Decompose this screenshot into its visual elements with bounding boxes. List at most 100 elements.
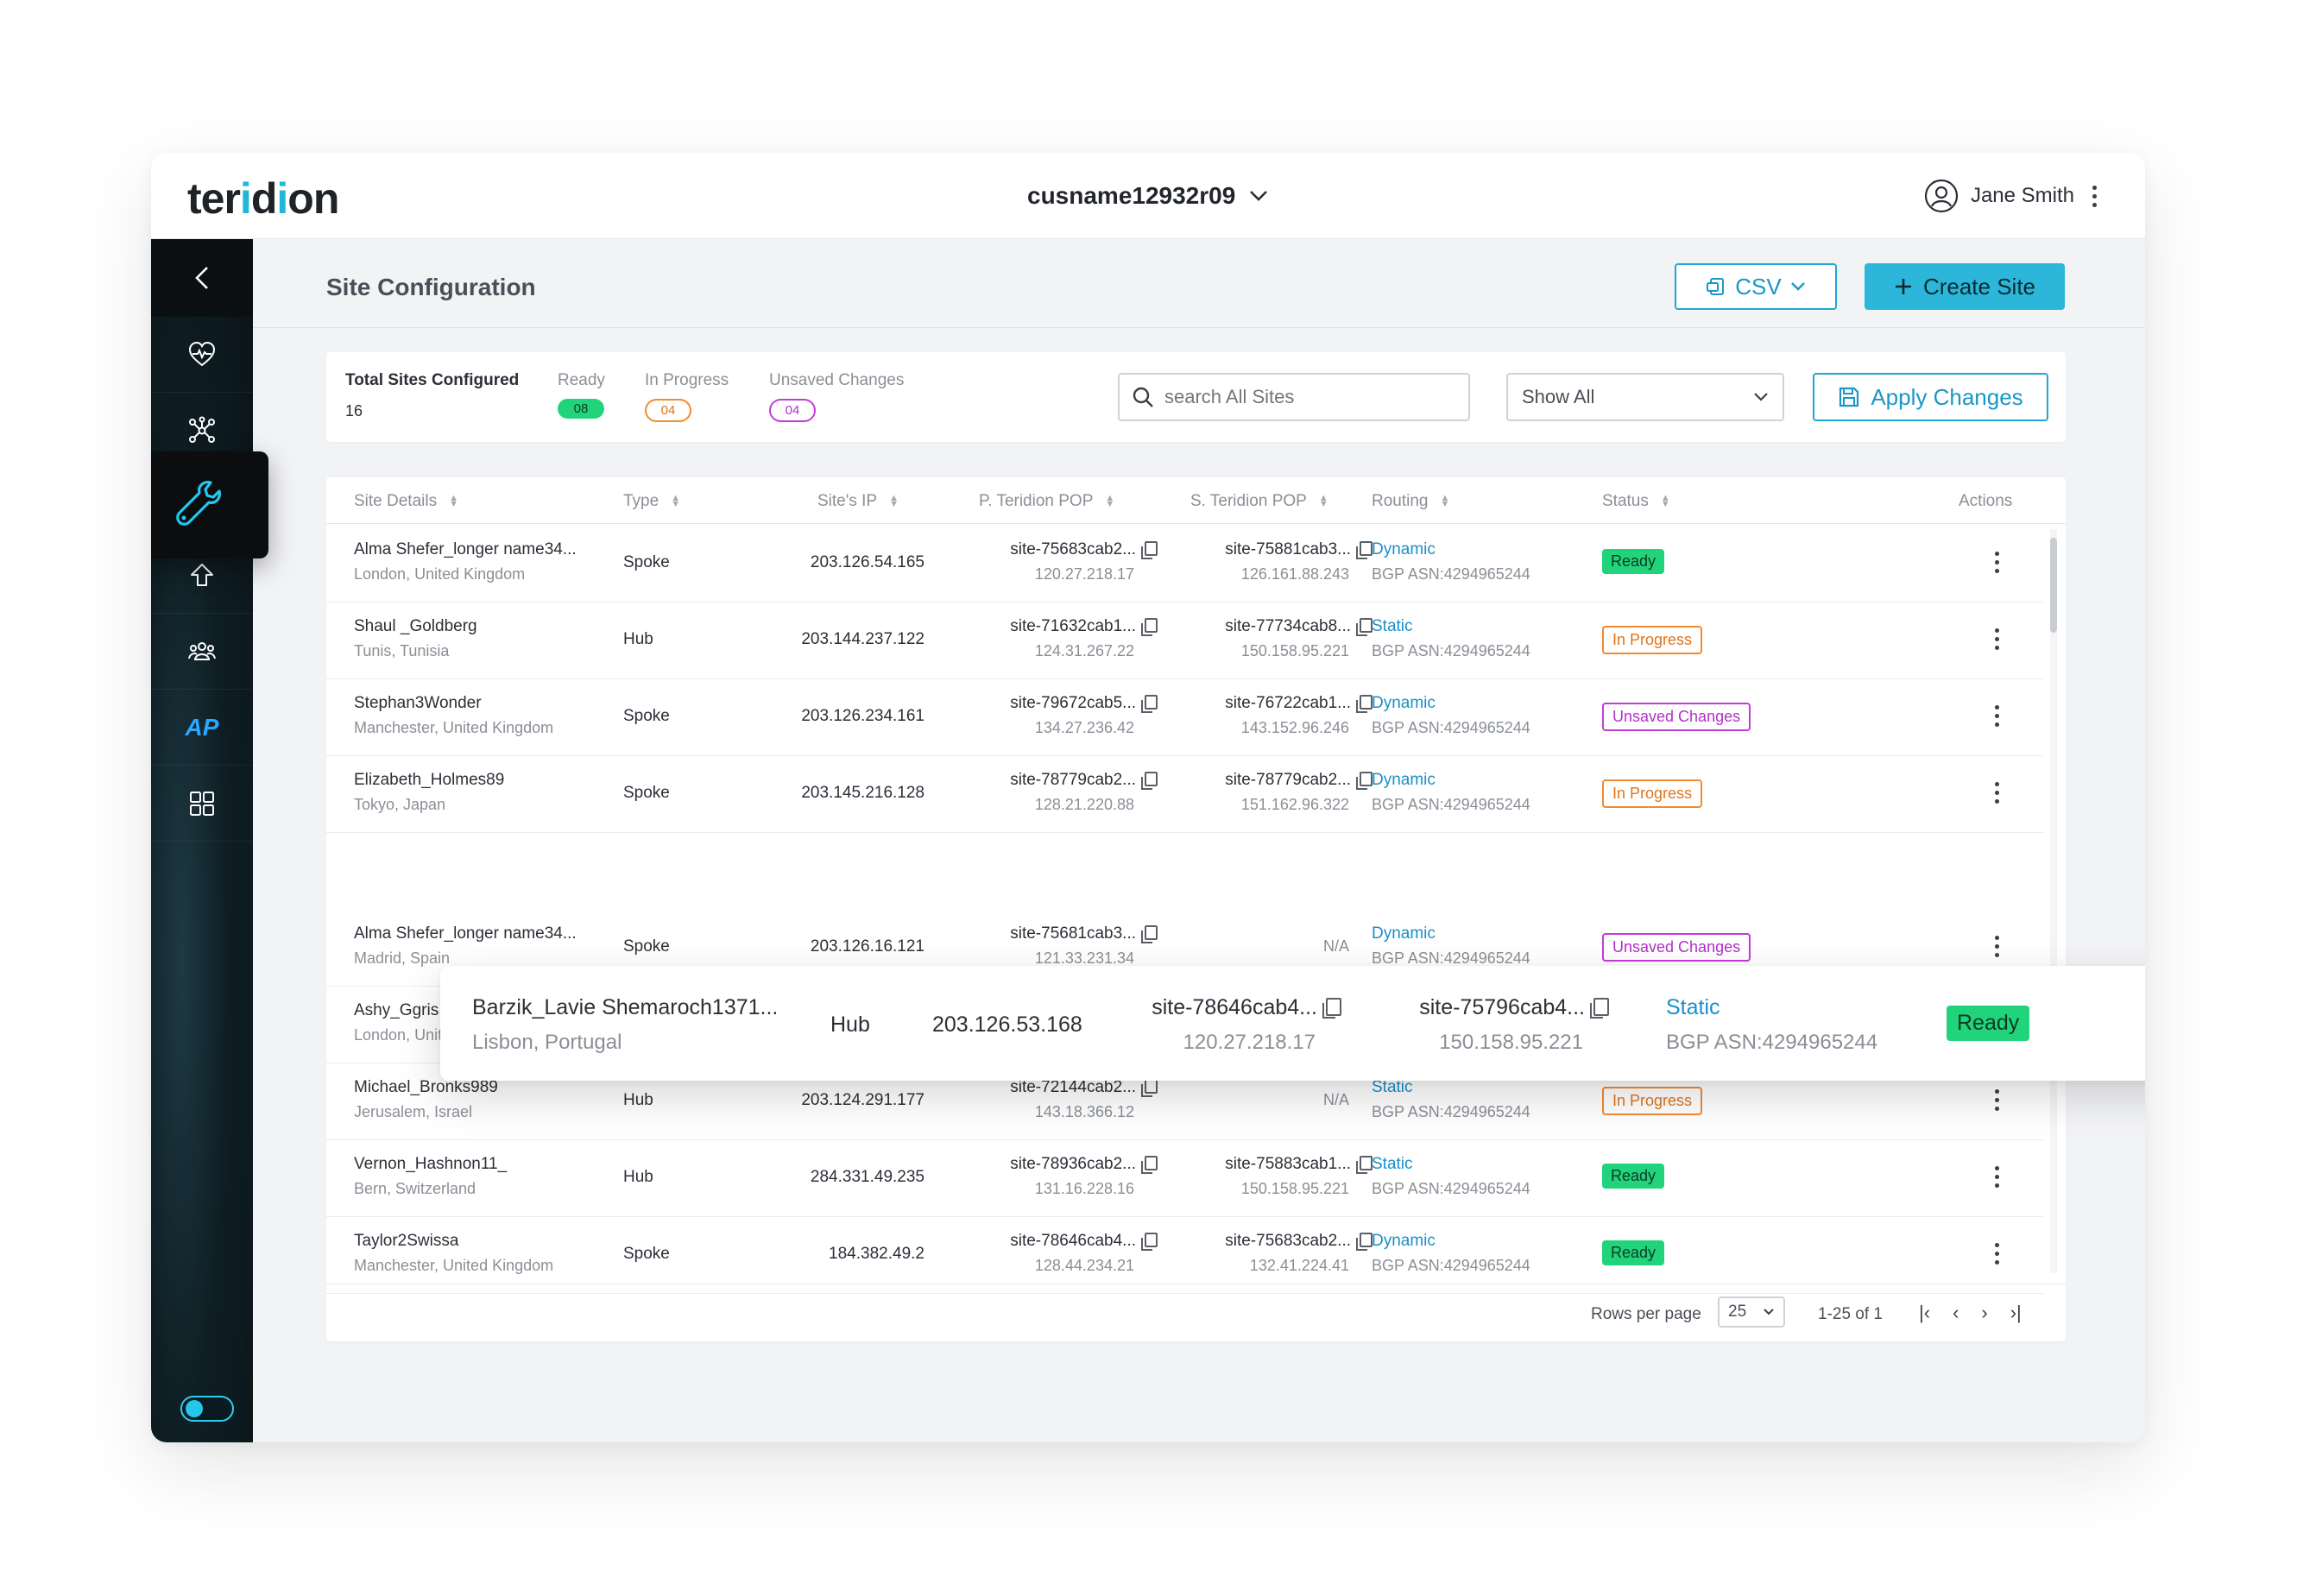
- search-input[interactable]: [1164, 386, 1441, 408]
- s-pop: site-75883cab1... 150.158.95.221: [1176, 1155, 1373, 1198]
- copy-icon[interactable]: [1141, 541, 1158, 559]
- highlighted-row[interactable]: Barzik_Lavie Shemaroch1371... Lisbon, Po…: [440, 966, 2145, 1081]
- row-actions-icon[interactable]: [1989, 552, 2004, 573]
- row-actions-icon[interactable]: [1989, 782, 2004, 804]
- sidebar-item-users[interactable]: [151, 614, 253, 690]
- row-actions-icon[interactable]: [1989, 1243, 2004, 1265]
- bgp-asn: BGP ASN:4294965244: [1372, 1180, 1530, 1197]
- user-menu[interactable]: Jane Smith: [1924, 179, 2102, 213]
- next-page-icon[interactable]: ›: [1981, 1302, 1987, 1324]
- row-actions-icon[interactable]: [1989, 705, 2004, 727]
- col-site-details[interactable]: Site Details ▲ ▼: [354, 492, 458, 511]
- copy-icon[interactable]: [1590, 998, 1609, 1019]
- p-pop: site-78936cab2... 131.16.228.16: [965, 1155, 1158, 1198]
- copy-icon[interactable]: [1141, 925, 1158, 943]
- sort-icon: ▲ ▼: [889, 493, 899, 509]
- teridion-logo[interactable]: teridion: [187, 173, 339, 224]
- stat-total-label: Total Sites Configured: [345, 371, 520, 389]
- routing: Dynamic BGP ASN:4294965244: [1372, 771, 1530, 814]
- copy-icon[interactable]: [1356, 1233, 1373, 1251]
- status: In Progress: [1602, 626, 1703, 654]
- row-actions-icon[interactable]: [1989, 936, 2004, 957]
- copy-icon[interactable]: [1141, 1233, 1158, 1251]
- table-row[interactable]: Elizabeth_Holmes89 Tokyo, Japan Spoke 203.1…: [326, 756, 2043, 833]
- table-row[interactable]: Taylor2Swissa Manchester, United Kingdom S…: [326, 1217, 2043, 1294]
- site-details: Alma Shefer_longer name34... London, Unit…: [354, 540, 577, 584]
- table-scrollbar[interactable]: [2050, 529, 2057, 1273]
- copy-icon[interactable]: [1141, 695, 1158, 713]
- last-page-icon[interactable]: ›|: [2010, 1302, 2022, 1324]
- routing-type[interactable]: Dynamic: [1372, 771, 1530, 790]
- stat-in-progress[interactable]: In Progress 04: [645, 371, 729, 422]
- copy-icon[interactable]: [1356, 772, 1373, 790]
- bgp-asn: BGP ASN:4294965244: [1372, 796, 1530, 813]
- theme-toggle[interactable]: [180, 1396, 234, 1422]
- filter-select[interactable]: Show All: [1506, 373, 1784, 421]
- copy-icon[interactable]: [1322, 998, 1341, 1019]
- site-ip: 203.145.216.128: [801, 784, 924, 802]
- collapse-sidebar-button[interactable]: [151, 239, 253, 317]
- divider: [253, 327, 2145, 328]
- page-title: Site Configuration: [326, 274, 536, 300]
- routing: Static BGP ASN:4294965244: [1666, 995, 1877, 1055]
- apply-changes-button[interactable]: Apply Changes: [1813, 373, 2048, 421]
- routing-type[interactable]: Static: [1666, 995, 1877, 1020]
- col-status[interactable]: Status ▲ ▼: [1602, 492, 1670, 511]
- sidebar-item-ap[interactable]: AP: [151, 690, 253, 766]
- stat-unsaved[interactable]: Unsaved Changes 04: [769, 371, 904, 422]
- csv-button[interactable]: CSV: [1675, 263, 1837, 310]
- status: Ready: [1947, 1006, 2030, 1041]
- row-actions-icon[interactable]: [1989, 1166, 2004, 1188]
- row-actions-icon[interactable]: [1989, 628, 2004, 650]
- scrollbar-thumb[interactable]: [2050, 538, 2057, 633]
- site-location: Lisbon, Portugal: [472, 1031, 622, 1054]
- site-type: Hub: [623, 630, 653, 648]
- first-page-icon[interactable]: |‹: [1919, 1302, 1930, 1324]
- col-p-pop[interactable]: P. Teridion POP ▲ ▼: [979, 492, 1114, 511]
- routing-type[interactable]: Static: [1372, 1078, 1530, 1097]
- rows-per-page-label: Rows per page: [1591, 1305, 1701, 1323]
- copy-icon[interactable]: [1141, 1079, 1158, 1097]
- copy-icon[interactable]: [1356, 618, 1373, 636]
- table-row[interactable]: Vernon_Hashnon11_ Bern, Switzerland Hub 284…: [326, 1140, 2043, 1217]
- stat-total-value: 16: [345, 402, 363, 420]
- sidebar-item-health[interactable]: [151, 317, 253, 393]
- rows-per-page-select[interactable]: 25: [1718, 1296, 1785, 1328]
- s-pop: site-76722cab1... 143.152.96.246: [1176, 694, 1373, 737]
- create-site-button[interactable]: Create Site: [1865, 263, 2065, 310]
- routing-type[interactable]: Dynamic: [1372, 694, 1530, 713]
- routing-type[interactable]: Dynamic: [1372, 1232, 1530, 1251]
- status-badge: Ready: [1602, 1164, 1665, 1189]
- stat-ready[interactable]: Ready 08: [558, 371, 605, 419]
- col-s-pop[interactable]: S. Teridion POP ▲ ▼: [1190, 492, 1328, 511]
- routing-type[interactable]: Dynamic: [1372, 540, 1530, 559]
- user-more-icon[interactable]: [2086, 185, 2102, 207]
- copy-icon[interactable]: [1356, 1156, 1373, 1174]
- routing-type[interactable]: Static: [1372, 617, 1530, 636]
- wrench-icon: [175, 481, 221, 526]
- row-actions-icon[interactable]: [1989, 1089, 2004, 1111]
- copy-icon[interactable]: [1141, 618, 1158, 636]
- search-icon: [1133, 387, 1153, 407]
- table-header: Site Details ▲ ▼ Type ▲ ▼ Site's IP ▲ ▼ P. Ter…: [326, 477, 2066, 524]
- site-type: Spoke: [623, 707, 670, 725]
- site-location: Tokyo, Japan: [354, 796, 446, 813]
- col-site-ip[interactable]: Site's IP ▲ ▼: [817, 492, 899, 511]
- routing-type[interactable]: Dynamic: [1372, 924, 1530, 943]
- chevron-down-icon: [1754, 393, 1768, 401]
- sidebar-item-configuration-active[interactable]: [151, 451, 268, 558]
- table-row[interactable]: Alma Shefer_longer name34... London, Unit…: [326, 526, 2043, 602]
- routing-type[interactable]: Static: [1372, 1155, 1530, 1174]
- copy-icon[interactable]: [1356, 695, 1373, 713]
- table-row[interactable]: Stephan3Wonder Manchester, United Kingdom…: [326, 679, 2043, 756]
- col-routing[interactable]: Routing ▲ ▼: [1372, 492, 1449, 511]
- tenant-selector[interactable]: cusname12932r09: [1027, 182, 1268, 210]
- copy-icon[interactable]: [1141, 1156, 1158, 1174]
- copy-icon[interactable]: [1141, 772, 1158, 790]
- search-box[interactable]: [1118, 373, 1470, 421]
- col-type[interactable]: Type ▲ ▼: [623, 492, 680, 511]
- table-row[interactable]: Shaul _Goldberg Tunis, Tunisia Hub 203.144.…: [326, 602, 2043, 679]
- copy-icon[interactable]: [1356, 541, 1373, 559]
- sidebar-item-dashboard[interactable]: [151, 766, 253, 842]
- prev-page-icon[interactable]: ‹: [1953, 1302, 1959, 1324]
